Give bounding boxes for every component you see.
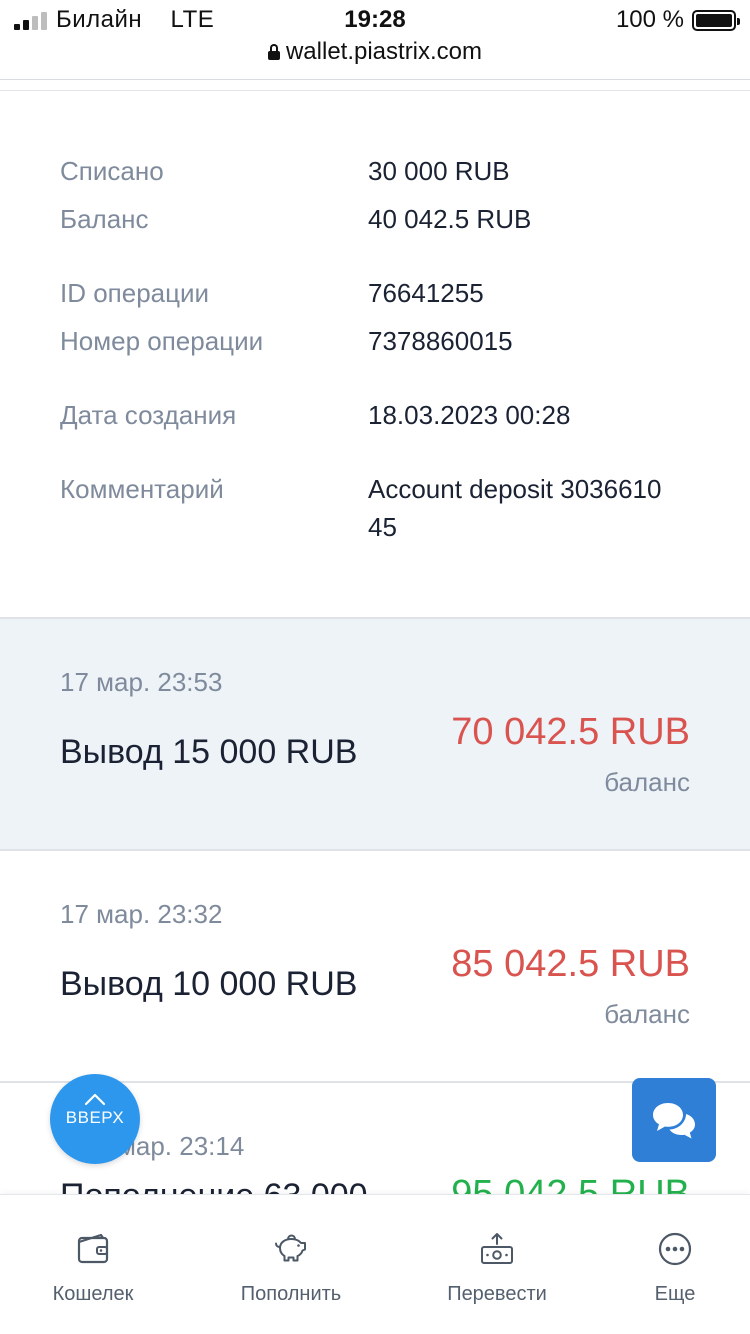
bottom-navigation: Кошелек Пополнить Перевести Еще bbox=[0, 1194, 750, 1334]
nav-label: Еще bbox=[654, 1283, 696, 1305]
transaction-item[interactable]: 17 мар. 23:32 Вывод 10 000 RUB 85 042.5 … bbox=[0, 851, 750, 1081]
detail-label: Списано bbox=[60, 156, 164, 186]
detail-value: 30 000 RUB bbox=[368, 156, 510, 186]
chevron-up-icon bbox=[84, 1093, 106, 1106]
lock-icon bbox=[267, 44, 280, 60]
detail-value: 76641255 bbox=[368, 278, 484, 308]
wallet-icon bbox=[77, 1233, 109, 1264]
transaction-balance-amount: 70 042.5 RUB bbox=[451, 711, 690, 753]
detail-label: ID операции bbox=[60, 278, 210, 308]
detail-value: 18.03.2023 00:28 bbox=[368, 400, 571, 430]
transaction-date: 17 мар. 23:32 bbox=[60, 899, 223, 929]
nav-item-transfer[interactable]: Перевести bbox=[402, 1195, 592, 1334]
detail-value: Account deposit 3036610 45 bbox=[368, 470, 698, 546]
piggy-bank-icon bbox=[275, 1234, 306, 1262]
nav-item-top-up[interactable]: Пополнить bbox=[196, 1195, 386, 1334]
transaction-balance-amount: 85 042.5 RUB bbox=[451, 943, 690, 985]
nav-item-wallet[interactable]: Кошелек bbox=[0, 1195, 186, 1334]
url-text: wallet.piastrix.com bbox=[285, 38, 483, 65]
transaction-date: 17 мар. 23:53 bbox=[60, 667, 223, 697]
more-icon bbox=[658, 1232, 692, 1266]
detail-label: Номер операции bbox=[60, 326, 264, 356]
transaction-balance-amount: 95 042.5 RUB bbox=[451, 1173, 690, 1194]
nav-label: Кошелек bbox=[52, 1283, 134, 1305]
address-bar[interactable]: wallet.piastrix.com bbox=[0, 38, 750, 66]
nav-label: Пополнить bbox=[240, 1283, 342, 1305]
status-bar: Билайн LTE 19:28 100 % wallet.piastrix.c… bbox=[0, 0, 750, 80]
battery-icon bbox=[692, 10, 740, 31]
detail-value: 7378860015 bbox=[368, 326, 513, 356]
transaction-balance-label: баланс bbox=[604, 767, 690, 797]
transaction-item[interactable]: 17 мар. 23:53 Вывод 15 000 RUB 70 042.5 … bbox=[0, 619, 750, 849]
detail-label: Дата создания bbox=[60, 400, 237, 430]
detail-row-comment: Комментарий Account deposit 3036610 45 bbox=[0, 470, 750, 550]
transaction-date: мар. 23:14 bbox=[118, 1131, 245, 1161]
comment-line-2: 45 bbox=[368, 512, 397, 542]
nav-label: Перевести bbox=[447, 1283, 547, 1305]
transaction-title: Вывод 10 000 RUB bbox=[60, 965, 358, 1003]
comment-line-1: Account deposit 3036610 bbox=[368, 474, 662, 504]
battery-percent: 100 % bbox=[615, 6, 684, 33]
scroll-up-label: ВВЕРХ bbox=[65, 1108, 125, 1127]
chat-bubbles-icon bbox=[653, 1103, 695, 1139]
operation-details: Списано 30 000 RUB Баланс 40 042.5 RUB I… bbox=[0, 92, 750, 618]
scroll-up-button[interactable]: ВВЕРХ bbox=[50, 1074, 140, 1164]
money-transfer-icon bbox=[481, 1233, 513, 1264]
detail-label: Комментарий bbox=[60, 474, 224, 504]
nav-item-more[interactable]: Еще bbox=[600, 1195, 750, 1334]
chat-button[interactable] bbox=[632, 1078, 716, 1162]
top-divider bbox=[0, 90, 750, 91]
transaction-balance-label: баланс bbox=[604, 999, 690, 1029]
detail-label: Баланс bbox=[60, 204, 149, 234]
transaction-title: Вывод 15 000 RUB bbox=[60, 733, 358, 771]
transaction-title: Пополнение 63 000 bbox=[60, 1177, 368, 1194]
detail-value: 40 042.5 RUB bbox=[368, 204, 532, 234]
